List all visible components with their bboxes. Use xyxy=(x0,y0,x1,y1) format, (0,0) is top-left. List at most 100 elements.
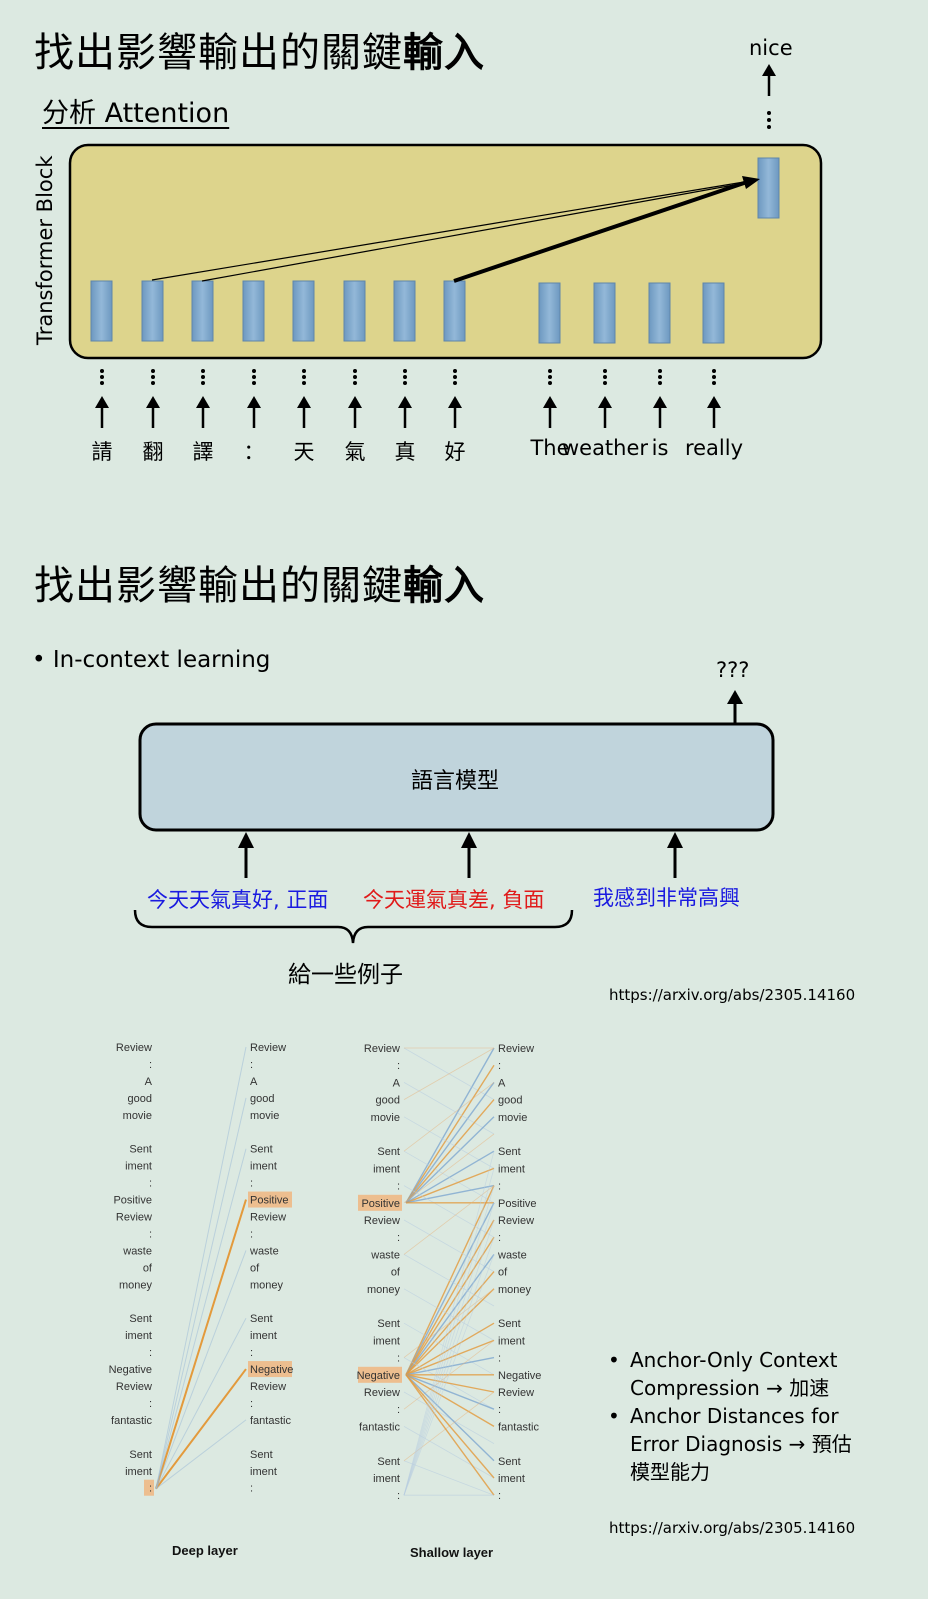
figure-word: Positive xyxy=(250,1195,289,1207)
figure-word: iment xyxy=(250,1466,277,1478)
figure-word: Review xyxy=(250,1381,286,1393)
figure-word: iment xyxy=(250,1330,277,1342)
figure-word: Positive xyxy=(361,1198,400,1210)
deep-layer-caption: Deep layer xyxy=(172,1543,238,1558)
figure-word: iment xyxy=(125,1466,152,1478)
figure-word: Review xyxy=(364,1043,400,1055)
figure-word: Sent xyxy=(129,1144,152,1156)
figure-word: fantastic xyxy=(359,1421,400,1433)
figure-word: : xyxy=(397,1404,400,1416)
figure-word: Review xyxy=(498,1215,534,1227)
figure-word: money xyxy=(119,1279,153,1291)
figure-word: movie xyxy=(250,1110,279,1122)
figure-word: A xyxy=(498,1077,506,1089)
figure-word: : xyxy=(498,1404,501,1416)
figure-word: iment xyxy=(373,1335,400,1347)
shallow-layer-caption: Shallow layer xyxy=(410,1545,493,1560)
figure-word: good xyxy=(498,1095,522,1107)
figure-word: Negative xyxy=(250,1364,293,1376)
figure-word: fantastic xyxy=(111,1415,152,1427)
figure-word: iment xyxy=(498,1335,525,1347)
figure-word: : xyxy=(498,1490,501,1502)
figure-word: Negative xyxy=(109,1364,152,1376)
figure-word: money xyxy=(367,1284,401,1296)
anchor-item-compression: Anchor-Only Context Compression → 加速 xyxy=(606,1346,852,1402)
figure-word: Sent xyxy=(129,1449,152,1461)
figure-word: iment xyxy=(250,1161,277,1173)
figure-word: A xyxy=(145,1076,153,1088)
figure-word: : xyxy=(250,1178,253,1190)
figure-word: iment xyxy=(498,1163,525,1175)
figure-word: waste xyxy=(497,1249,527,1261)
figure-word: : xyxy=(149,1483,152,1495)
figure-word: : xyxy=(498,1060,501,1072)
figure-word: Review xyxy=(364,1387,400,1399)
figure-word: iment xyxy=(373,1163,400,1175)
figure-word: Sent xyxy=(498,1146,521,1158)
figure-word: : xyxy=(149,1398,152,1410)
figure-word: waste xyxy=(249,1245,279,1257)
figure-word: movie xyxy=(371,1112,400,1124)
figure-word: Review xyxy=(250,1212,286,1224)
figure-word: Review xyxy=(498,1387,534,1399)
figure-word: Negative xyxy=(498,1370,541,1382)
figure-word: Positive xyxy=(498,1198,537,1210)
figure-word: : xyxy=(250,1398,253,1410)
figure-word: of xyxy=(498,1267,508,1279)
figure-word: Sent xyxy=(377,1318,400,1330)
figure-word: : xyxy=(397,1232,400,1244)
figure-word: Sent xyxy=(377,1146,400,1158)
figure-word: movie xyxy=(123,1110,152,1122)
figure-word: fantastic xyxy=(250,1415,291,1427)
figure-word: money xyxy=(250,1279,284,1291)
figure-word: Review xyxy=(250,1042,286,1054)
figure-word: Sent xyxy=(250,1449,273,1461)
figure-word: : xyxy=(250,1483,253,1495)
figure-word: iment xyxy=(125,1330,152,1342)
figure-word: : xyxy=(397,1353,400,1365)
anchor-item-diagnosis: Anchor Distances for Error Diagnosis → 預… xyxy=(606,1402,852,1486)
figure-word: movie xyxy=(498,1112,527,1124)
figure-word: Positive xyxy=(113,1195,152,1207)
figure-word: good xyxy=(376,1095,400,1107)
figure-word: : xyxy=(498,1232,501,1244)
figure-word: Review xyxy=(116,1381,152,1393)
figure-word: : xyxy=(149,1228,152,1240)
figure-word: Review xyxy=(498,1043,534,1055)
figure-word: of xyxy=(143,1262,153,1274)
figure-word: : xyxy=(149,1178,152,1190)
figure-word: Sent xyxy=(498,1456,521,1468)
figure-word: waste xyxy=(370,1249,400,1261)
figure-word: good xyxy=(250,1093,274,1105)
figure-word: : xyxy=(397,1181,400,1193)
figure-word: iment xyxy=(498,1473,525,1485)
figure-word: iment xyxy=(125,1161,152,1173)
figure-word: Sent xyxy=(498,1318,521,1330)
figure-word: : xyxy=(250,1347,253,1359)
figure-word: : xyxy=(397,1060,400,1072)
figure-word: of xyxy=(250,1262,260,1274)
figure-word: Sent xyxy=(129,1313,152,1325)
figure-word: fantastic xyxy=(498,1421,539,1433)
figure-word: good xyxy=(128,1093,152,1105)
figure-word: : xyxy=(498,1181,501,1193)
figure-word: A xyxy=(393,1077,401,1089)
figure-word: : xyxy=(498,1353,501,1365)
figure-word: : xyxy=(250,1059,253,1071)
figure-word: Sent xyxy=(250,1144,273,1156)
figure-word: Negative xyxy=(357,1370,400,1382)
figure-word: Review xyxy=(364,1215,400,1227)
figure-word: A xyxy=(250,1076,258,1088)
figure-word: : xyxy=(250,1228,253,1240)
figure-word: money xyxy=(498,1284,532,1296)
figure-word: waste xyxy=(122,1245,152,1257)
arxiv-url-2: https://arxiv.org/abs/2305.14160 xyxy=(609,1519,856,1537)
figure-word: : xyxy=(149,1059,152,1071)
figure-word: of xyxy=(391,1267,401,1279)
figure-word: Review xyxy=(116,1212,152,1224)
figure-word: : xyxy=(397,1490,400,1502)
figure-word: Sent xyxy=(250,1313,273,1325)
figure-word: Review xyxy=(116,1042,152,1054)
anchor-applications-list: Anchor-Only Context Compression → 加速 Anc… xyxy=(606,1346,852,1486)
figure-word: Sent xyxy=(377,1456,400,1468)
